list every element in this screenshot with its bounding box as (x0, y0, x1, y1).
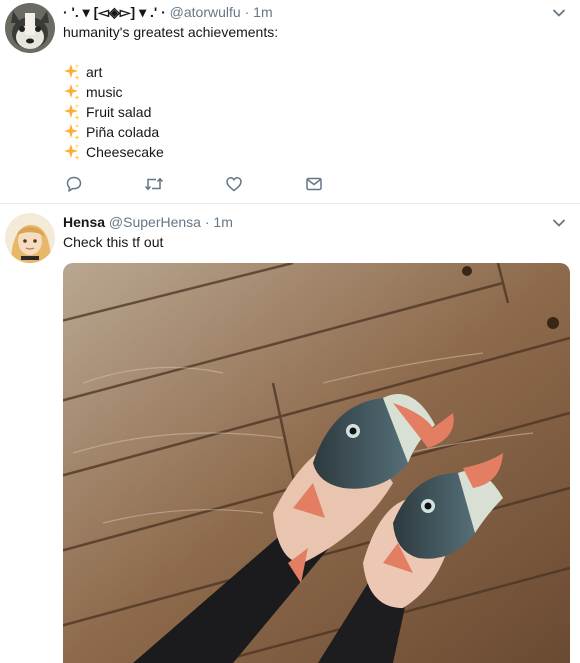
list-item-text: Piña colada (86, 124, 160, 140)
separator: · (244, 4, 250, 20)
like-button[interactable] (223, 173, 245, 195)
retweet-button[interactable] (143, 173, 165, 195)
list-item: Piña colada (63, 122, 164, 142)
list-item-text: art (86, 64, 103, 80)
retweet-icon (144, 177, 164, 191)
reply-icon (66, 176, 82, 192)
tweet-list: art music Fruit salad Piña colada Cheese… (63, 62, 164, 162)
list-item-text: Cheesecake (86, 144, 164, 160)
tweet-photo[interactable] (63, 263, 570, 663)
tweet-superhensa[interactable]: Hensa @SuperHensa · 1m Check this tf out (0, 204, 580, 663)
sparkles-icon (64, 84, 80, 100)
list-item-text: Fruit salad (86, 104, 152, 120)
list-item: Fruit salad (63, 102, 164, 122)
timestamp[interactable]: 1m (213, 214, 232, 230)
tweet-text: Check this tf out (63, 234, 164, 250)
list-item-text: music (86, 84, 123, 100)
tweet-actions (63, 173, 363, 195)
tweet-header: Hensa @SuperHensa · 1m (63, 213, 233, 231)
display-name[interactable]: · '. ▾ [◅◈▻] ▾ .' · (63, 4, 166, 20)
user-handle[interactable]: @SuperHensa (109, 214, 201, 230)
like-icon (226, 177, 242, 192)
list-item: Cheesecake (63, 142, 164, 162)
sparkles-icon (64, 144, 80, 160)
chevron-down-icon[interactable] (552, 216, 566, 230)
avatar[interactable] (5, 213, 55, 263)
user-handle[interactable]: @atorwulfu (170, 4, 241, 20)
sparkles-icon (64, 124, 80, 140)
sparkles-icon (64, 64, 80, 80)
direct-message-button[interactable] (303, 173, 325, 195)
chevron-down-icon[interactable] (552, 6, 566, 20)
timestamp[interactable]: 1m (253, 4, 272, 20)
direct-message-icon (306, 177, 322, 191)
separator: · (204, 214, 210, 230)
wolf-avatar-icon (5, 3, 55, 53)
fish-sandals-photo (63, 263, 570, 663)
reply-button[interactable] (63, 173, 85, 195)
tweet-text: humanity's greatest achievements: (63, 24, 279, 40)
display-name[interactable]: Hensa (63, 214, 105, 230)
tweet-header: · '. ▾ [◅◈▻] ▾ .' · @atorwulfu · 1m (63, 3, 273, 21)
sparkles-icon (64, 104, 80, 120)
character-avatar-icon (5, 213, 55, 263)
avatar[interactable] (5, 3, 55, 53)
tweet-atorwulfu[interactable]: · '. ▾ [◅◈▻] ▾ .' · @atorwulfu · 1m huma… (0, 0, 580, 204)
list-item: music (63, 82, 164, 102)
list-item: art (63, 62, 164, 82)
